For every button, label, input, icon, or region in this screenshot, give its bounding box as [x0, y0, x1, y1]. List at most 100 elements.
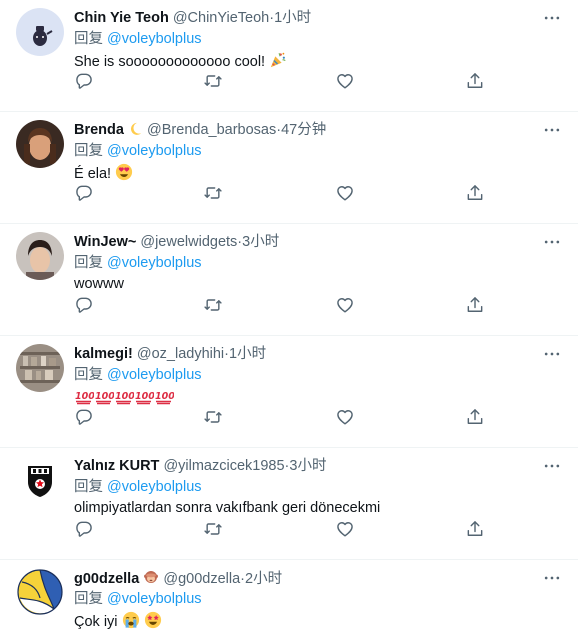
reply-prefix: 回复: [74, 367, 103, 383]
volleyball-avatar[interactable]: [16, 568, 64, 616]
user-handle[interactable]: @ChinYieTeoh: [173, 10, 269, 26]
action-bar: [0, 519, 578, 543]
man-photo-avatar[interactable]: [16, 232, 64, 280]
partying-face-icon: [269, 51, 287, 69]
timestamp[interactable]: 1小时: [229, 346, 266, 362]
timestamp[interactable]: 47分钟: [281, 122, 326, 138]
mention-link[interactable]: @voleybolplus: [107, 31, 202, 47]
reply-prefix: 回复: [74, 255, 103, 271]
tweet-reply[interactable]: Yalnız KURT @yilmazcicek1985·3小时 回复 @vole…: [0, 448, 578, 560]
retweet-icon[interactable]: [203, 71, 223, 91]
user-handle[interactable]: @yilmazcicek1985: [163, 458, 284, 474]
tweet-reply[interactable]: WinJew~ @jewelwidgets·3小时 回复 @voleybolplu…: [0, 224, 578, 336]
mention-link[interactable]: @voleybolplus: [107, 367, 202, 383]
reply-prefix: 回复: [74, 591, 103, 607]
more-horizontal-icon[interactable]: [540, 8, 564, 28]
retweet-icon[interactable]: [203, 183, 223, 203]
share-icon[interactable]: [465, 407, 485, 427]
mention-link[interactable]: @voleybolplus: [107, 479, 202, 495]
tweet-text: olimpiyatlardan sonra vakıfbank geri dön…: [74, 499, 380, 519]
tweet-text-content: olimpiyatlardan sonra vakıfbank geri dön…: [74, 500, 381, 516]
tweet-text-content: She is sooooooooooooo cool!: [74, 54, 266, 70]
replying-to: 回复 @voleybolplus: [74, 590, 202, 608]
reply-feed: Chin Yie Teoh @ChinYieTeoh·1小时 回复 @voleyb…: [0, 0, 578, 637]
more-horizontal-icon[interactable]: [540, 232, 564, 252]
user-handle[interactable]: @oz_ladyhihi: [137, 346, 224, 362]
display-name[interactable]: Yalnız KURT: [74, 458, 159, 474]
like-heart-icon[interactable]: [335, 519, 355, 539]
replying-to: 回复 @voleybolplus: [74, 254, 202, 272]
timestamp[interactable]: 2小时: [245, 571, 282, 587]
tweet-text-content: É ela!: [74, 166, 112, 182]
replying-to: 回复 @voleybolplus: [74, 30, 202, 48]
share-icon[interactable]: [465, 183, 485, 203]
star-struck-icon: [144, 611, 162, 629]
shelves-photo-avatar[interactable]: [16, 344, 64, 392]
reply-icon[interactable]: [74, 519, 94, 539]
more-horizontal-icon[interactable]: [540, 568, 564, 588]
user-handle[interactable]: @jewelwidgets: [140, 234, 237, 250]
tweet-text: Çok iyi: [74, 611, 162, 631]
reply-icon[interactable]: [74, 407, 94, 427]
like-heart-icon[interactable]: [335, 71, 355, 91]
user-handle[interactable]: @Brenda_barbosas: [147, 122, 276, 138]
tweet-text: É ela!: [74, 163, 133, 183]
action-bar: [0, 183, 578, 207]
mention-link[interactable]: @voleybolplus: [107, 255, 202, 271]
mention-link[interactable]: @voleybolplus: [107, 143, 202, 159]
action-bar: [0, 71, 578, 95]
reply-icon[interactable]: [74, 183, 94, 203]
display-name[interactable]: Brenda: [74, 122, 124, 138]
timestamp[interactable]: 1小时: [274, 10, 311, 26]
reply-icon[interactable]: [74, 295, 94, 315]
woman-photo-avatar[interactable]: [16, 120, 64, 168]
tweet-reply[interactable]: Chin Yie Teoh @ChinYieTeoh·1小时 回复 @voleyb…: [0, 0, 578, 112]
action-bar: [0, 295, 578, 319]
loudly-crying-face-icon: [122, 611, 140, 629]
kettle-cartoon-avatar[interactable]: [16, 8, 64, 56]
timestamp[interactable]: 3小时: [242, 234, 279, 250]
tweet-reply[interactable]: g00dzella @g00dzella·2小时 回复 @voleybolplus…: [0, 560, 578, 637]
replying-to: 回复 @voleybolplus: [74, 142, 202, 160]
retweet-icon[interactable]: [203, 295, 223, 315]
tweet-reply[interactable]: kalmegi! @oz_ladyhihi·1小时 回复 @voleybolplu…: [0, 336, 578, 448]
besiktas-crest-avatar[interactable]: [16, 456, 64, 504]
replying-to: 回复 @voleybolplus: [74, 478, 202, 496]
hundred-points-icon: [94, 386, 114, 406]
share-icon[interactable]: [465, 71, 485, 91]
heart-eyes-icon: [115, 163, 133, 181]
more-horizontal-icon[interactable]: [540, 120, 564, 140]
tweet-text: wowww: [74, 275, 124, 295]
display-name[interactable]: WinJew~: [74, 234, 136, 250]
retweet-icon[interactable]: [203, 519, 223, 539]
like-heart-icon[interactable]: [335, 183, 355, 203]
user-handle[interactable]: @g00dzella: [163, 571, 240, 587]
reply-prefix: 回复: [74, 143, 103, 159]
share-icon[interactable]: [465, 519, 485, 539]
tweet-text: [74, 386, 174, 406]
tweet-text: She is sooooooooooooo cool!: [74, 51, 287, 71]
more-horizontal-icon[interactable]: [540, 456, 564, 476]
replying-to: 回复 @voleybolplus: [74, 366, 202, 384]
display-name[interactable]: kalmegi!: [74, 346, 133, 362]
display-name[interactable]: g00dzella: [74, 571, 139, 587]
tweet-text-content: wowww: [74, 276, 124, 292]
tweet-reply[interactable]: Brenda @Brenda_barbosas·47分钟 回复 @voleybol…: [0, 112, 578, 224]
more-horizontal-icon[interactable]: [540, 344, 564, 364]
crescent-moon-icon: [128, 121, 143, 136]
see-no-evil-monkey-icon: [143, 569, 159, 585]
hundred-points-icon: [134, 386, 154, 406]
reply-prefix: 回复: [74, 31, 103, 47]
reply-prefix: 回复: [74, 479, 103, 495]
reply-icon[interactable]: [74, 71, 94, 91]
hundred-points-icon: [74, 386, 94, 406]
like-heart-icon[interactable]: [335, 407, 355, 427]
timestamp[interactable]: 3小时: [289, 458, 326, 474]
share-icon[interactable]: [465, 295, 485, 315]
mention-link[interactable]: @voleybolplus: [107, 591, 202, 607]
like-heart-icon[interactable]: [335, 295, 355, 315]
action-bar: [0, 407, 578, 431]
display-name[interactable]: Chin Yie Teoh: [74, 10, 169, 26]
retweet-icon[interactable]: [203, 407, 223, 427]
hundred-points-icon: [114, 386, 134, 406]
